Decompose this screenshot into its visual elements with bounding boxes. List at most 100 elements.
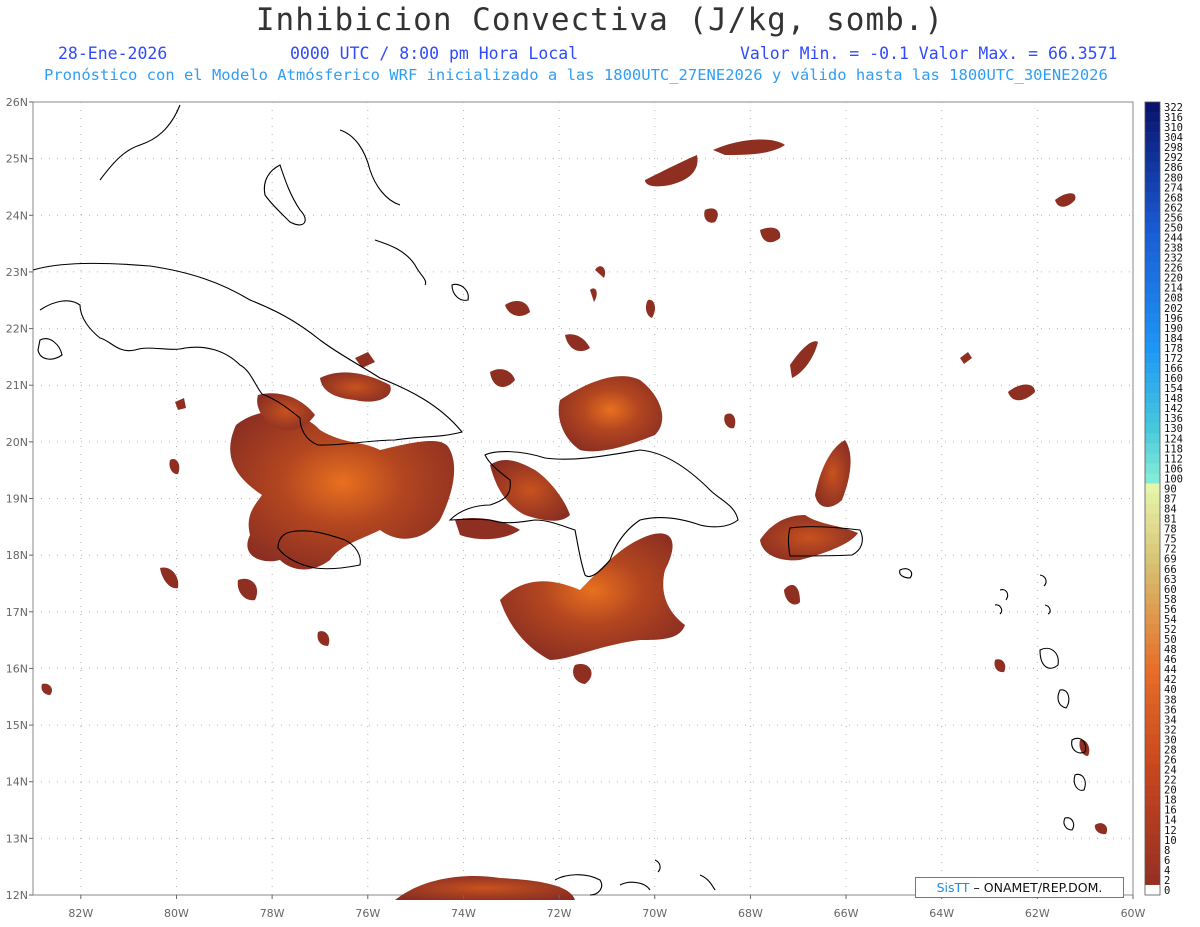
lat-label: 16N bbox=[6, 662, 28, 675]
colorbar-swatch bbox=[1145, 322, 1160, 334]
map-panel: 26N 25N 24N 23N 22N 21N 20N 19N 18N 17N 16N 15N 14N 1… bbox=[6, 96, 1183, 920]
lat-label: 23N bbox=[6, 266, 28, 279]
lat-label: 20N bbox=[6, 436, 28, 449]
colorbar-swatch bbox=[1145, 142, 1160, 153]
colorbar-swatches bbox=[1144, 101, 1161, 896]
lon-label: 82W bbox=[68, 907, 93, 920]
lat-label: 12N bbox=[6, 889, 28, 902]
colorbar-swatch bbox=[1145, 724, 1160, 735]
colorbar-swatch bbox=[1145, 874, 1160, 886]
longitude-labels: 82W 80W 78W 76W 74W 72W 70W 68W 66W 64W 62W 60W bbox=[68, 895, 1146, 920]
colorbar-swatch bbox=[1145, 222, 1160, 233]
lon-label: 68W bbox=[738, 907, 763, 920]
colorbar-swatch bbox=[1145, 232, 1160, 243]
lat-label: 26N bbox=[6, 96, 28, 109]
plot-frame bbox=[32, 101, 1134, 896]
colorbar-swatch bbox=[1145, 112, 1160, 123]
colorbar-swatch bbox=[1145, 523, 1160, 534]
lon-label: 78W bbox=[260, 907, 285, 920]
colorbar-swatch bbox=[1145, 563, 1160, 575]
colorbar-swatch bbox=[1145, 182, 1160, 193]
colorbar-swatch bbox=[1145, 553, 1160, 565]
colorbar-swatch bbox=[1145, 302, 1160, 314]
lat-label: 22N bbox=[6, 323, 28, 336]
colorbar-swatch bbox=[1145, 493, 1160, 504]
lon-label: 74W bbox=[451, 907, 476, 920]
colorbar-swatch bbox=[1145, 282, 1160, 294]
colorbar-swatch bbox=[1145, 433, 1160, 444]
colorbar-swatch bbox=[1145, 754, 1160, 765]
colorbar-swatch bbox=[1145, 483, 1160, 494]
colorbar-swatch bbox=[1145, 613, 1160, 625]
credit-text: – ONAMET/REP.DOM. bbox=[969, 880, 1103, 895]
colorbar-swatch bbox=[1145, 423, 1160, 434]
colorbar-swatch bbox=[1145, 383, 1160, 394]
lat-label: 15N bbox=[6, 719, 28, 732]
colorbar-swatch bbox=[1145, 764, 1160, 775]
colorbar-swatch bbox=[1145, 272, 1160, 283]
colorbar-swatch bbox=[1145, 583, 1160, 595]
lat-label: 17N bbox=[6, 606, 28, 619]
colorbar-swatch bbox=[1145, 252, 1160, 263]
colorbar-swatch bbox=[1145, 473, 1160, 484]
lat-label: 14N bbox=[6, 776, 28, 789]
colorbar-swatch bbox=[1145, 373, 1160, 384]
colorbar-swatch bbox=[1145, 744, 1160, 755]
lat-label: 24N bbox=[6, 209, 28, 222]
lon-label: 66W bbox=[834, 907, 859, 920]
lon-label: 70W bbox=[642, 907, 667, 920]
lat-label: 19N bbox=[6, 493, 28, 506]
colorbar-swatch bbox=[1145, 533, 1160, 544]
colorbar-swatch bbox=[1145, 664, 1160, 675]
colorbar-swatch bbox=[1145, 443, 1160, 454]
colorbar-swatch bbox=[1145, 503, 1160, 514]
colorbar-swatch bbox=[1145, 603, 1160, 615]
colorbar-swatch bbox=[1145, 824, 1160, 836]
colorbar-swatch bbox=[1145, 362, 1160, 374]
colorbar: 3223163103042982922862802742682622562502… bbox=[1144, 101, 1183, 897]
colorbar-swatch bbox=[1145, 413, 1160, 424]
colorbar-swatch bbox=[1145, 834, 1160, 846]
colorbar-swatch bbox=[1145, 634, 1160, 645]
colorbar-swatch bbox=[1145, 102, 1160, 113]
lat-label: 21N bbox=[6, 379, 28, 392]
colorbar-swatch bbox=[1145, 794, 1160, 805]
colorbar-swatch bbox=[1145, 162, 1160, 173]
lon-label: 60W bbox=[1121, 907, 1146, 920]
colorbar-swatch bbox=[1145, 172, 1160, 183]
colorbar-swatch bbox=[1145, 132, 1160, 143]
colorbar-swatch bbox=[1145, 694, 1160, 705]
colorbar-swatch bbox=[1145, 714, 1160, 725]
colorbar-swatch bbox=[1145, 864, 1160, 876]
colorbar-swatch bbox=[1145, 623, 1160, 635]
lat-label: 18N bbox=[6, 549, 28, 562]
colorbar-swatch bbox=[1145, 352, 1160, 364]
lon-label: 76W bbox=[355, 907, 380, 920]
colorbar-swatch bbox=[1145, 312, 1160, 324]
colorbar-swatch bbox=[1145, 844, 1160, 856]
colorbar-swatch bbox=[1145, 774, 1160, 785]
colorbar-swatch bbox=[1145, 262, 1160, 273]
colorbar-swatch bbox=[1145, 704, 1160, 715]
colorbar-swatch bbox=[1145, 684, 1160, 695]
colorbar-swatch bbox=[1145, 212, 1160, 223]
colorbar-swatch bbox=[1145, 463, 1160, 474]
lon-label: 72W bbox=[547, 907, 572, 920]
colorbar-swatch bbox=[1145, 292, 1160, 304]
colorbar-swatch bbox=[1145, 734, 1160, 745]
colorbar-swatch bbox=[1145, 654, 1160, 665]
latitude-labels: 26N 25N 24N 23N 22N 21N 20N 19N 18N 17N 16N 15N 14N 1… bbox=[6, 96, 33, 902]
lon-label: 80W bbox=[164, 907, 189, 920]
colorbar-swatch bbox=[1145, 593, 1160, 605]
colorbar-swatch bbox=[1145, 202, 1160, 213]
colorbar-swatch bbox=[1145, 513, 1160, 524]
colorbar-label: 0 bbox=[1164, 885, 1170, 897]
colorbar-labels: 3223163103042982922862802742682622562502… bbox=[1164, 102, 1183, 897]
credit-box: SisTT – ONAMET/REP.DOM. bbox=[915, 877, 1124, 898]
lon-label: 62W bbox=[1025, 907, 1050, 920]
colorbar-swatch bbox=[1145, 884, 1160, 896]
colorbar-swatch bbox=[1145, 674, 1160, 685]
colorbar-swatch bbox=[1145, 784, 1160, 795]
colorbar-swatch bbox=[1145, 242, 1160, 253]
colorbar-swatch bbox=[1145, 332, 1160, 344]
